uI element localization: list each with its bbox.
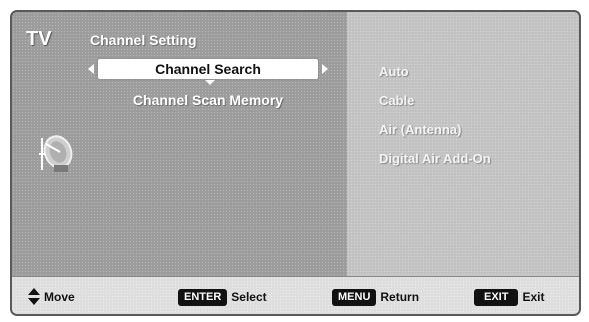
select-label: Select [231, 290, 267, 304]
return-label: Return [380, 290, 420, 304]
enter-key-badge: ENTER [178, 288, 228, 306]
up-down-arrows-icon [28, 288, 40, 306]
help-exit: EXIT Exit [474, 288, 544, 306]
option-cable[interactable]: Cable [379, 93, 414, 108]
options-pane: Auto Cable Air (Antenna) Digital Air Add… [347, 12, 579, 276]
help-return: MENU Return [332, 288, 419, 306]
exit-key-badge: EXIT [474, 288, 519, 306]
menu-pane: TV Channel Setting Channel Search Channe… [12, 12, 347, 276]
arrow-down-icon [205, 80, 215, 85]
option-auto[interactable]: Auto [379, 64, 409, 79]
menu-title: Channel Setting [90, 32, 197, 48]
source-label: TV [26, 28, 52, 50]
menu-key-badge: MENU [332, 288, 377, 306]
exit-label: Exit [522, 290, 545, 304]
menu-item-channel-search[interactable]: Channel Search [88, 59, 328, 85]
arrow-right-icon[interactable] [322, 64, 328, 74]
move-label: Move [44, 290, 75, 304]
help-bar: Move ENTER Select MENU Return EXIT Exit [12, 276, 579, 314]
help-move: Move [28, 288, 75, 306]
help-select: ENTER Select [178, 288, 267, 306]
option-digital-air-add-on[interactable]: Digital Air Add-On [379, 151, 491, 166]
option-air-antenna[interactable]: Air (Antenna) [379, 122, 461, 137]
tv-osd-window: TV Channel Setting Channel Search Channe… [10, 10, 581, 316]
satellite-dish-icon [36, 132, 76, 176]
menu-item-label: Channel Search [155, 61, 261, 77]
menu-item-channel-scan-memory[interactable]: Channel Scan Memory [88, 92, 328, 108]
